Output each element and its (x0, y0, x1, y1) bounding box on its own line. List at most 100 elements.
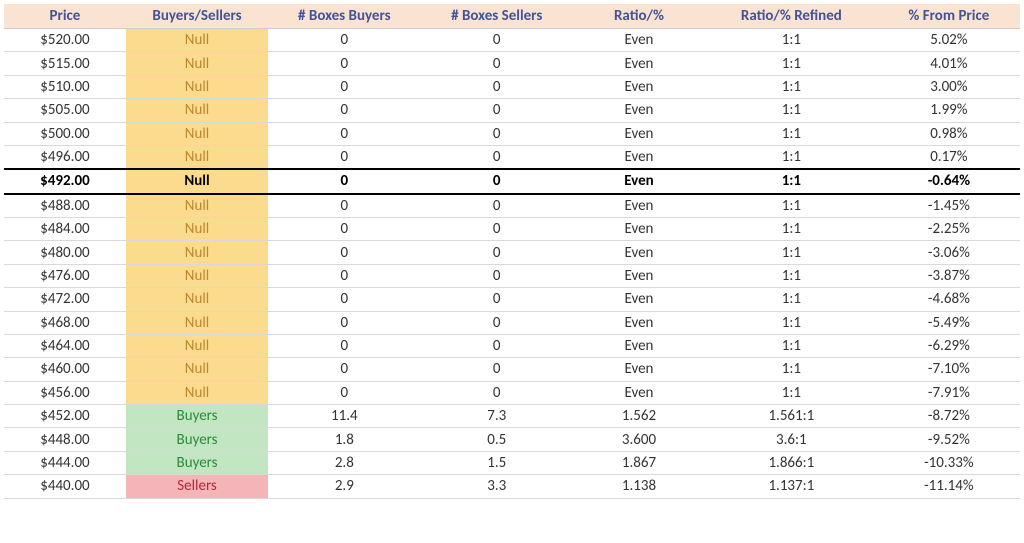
header-price: Price (4, 4, 126, 29)
cell-price: $456.00 (4, 381, 126, 404)
cell-ratio: Even (573, 145, 705, 169)
cell-price: $464.00 (4, 334, 126, 357)
cell-ratio: Even (573, 381, 705, 404)
cell-boxes-buyers: 0 (268, 264, 420, 287)
cell-boxes-sellers: 1.5 (421, 451, 573, 474)
cell-ratio-refined: 1.137:1 (705, 475, 878, 498)
cell-boxes-buyers: 0 (268, 194, 420, 218)
cell-boxes-buyers: 0 (268, 169, 420, 193)
cell-boxes-sellers: 0 (421, 381, 573, 404)
cell-boxes-sellers: 0 (421, 288, 573, 311)
cell-ratio: 3.600 (573, 428, 705, 451)
table-row: $444.00Buyers2.81.51.8671.866:1-10.33% (4, 451, 1020, 474)
cell-ratio: Even (573, 264, 705, 287)
header-boxes-buyers: # Boxes Buyers (268, 4, 420, 29)
cell-price: $520.00 (4, 29, 126, 52)
cell-boxes-buyers: 0 (268, 358, 420, 381)
cell-ratio-refined: 1:1 (705, 99, 878, 122)
cell-buyers-sellers: Null (126, 194, 268, 218)
table-row: $492.00Null00Even1:1-0.64% (4, 169, 1020, 193)
cell-buyers-sellers: Buyers (126, 451, 268, 474)
cell-boxes-buyers: 0 (268, 29, 420, 52)
cell-ratio-refined: 1.561:1 (705, 405, 878, 428)
cell-ratio-refined: 1:1 (705, 122, 878, 145)
cell-ratio: Even (573, 218, 705, 241)
cell-price: $515.00 (4, 52, 126, 75)
cell-ratio-refined: 1:1 (705, 334, 878, 357)
cell-ratio-refined: 1:1 (705, 145, 878, 169)
cell-price: $452.00 (4, 405, 126, 428)
table-row: $476.00Null00Even1:1-3.87% (4, 264, 1020, 287)
cell-pct-from-price: -10.33% (878, 451, 1020, 474)
cell-boxes-sellers: 0 (421, 241, 573, 264)
cell-buyers-sellers: Null (126, 99, 268, 122)
cell-price: $468.00 (4, 311, 126, 334)
cell-pct-from-price: -1.45% (878, 194, 1020, 218)
cell-buyers-sellers: Null (126, 29, 268, 52)
cell-price: $500.00 (4, 122, 126, 145)
cell-pct-from-price: -5.49% (878, 311, 1020, 334)
cell-price: $476.00 (4, 264, 126, 287)
cell-buyers-sellers: Null (126, 334, 268, 357)
cell-pct-from-price: 0.17% (878, 145, 1020, 169)
cell-buyers-sellers: Null (126, 358, 268, 381)
cell-buyers-sellers: Null (126, 264, 268, 287)
cell-pct-from-price: 3.00% (878, 75, 1020, 98)
cell-boxes-buyers: 0 (268, 288, 420, 311)
cell-buyers-sellers: Null (126, 52, 268, 75)
cell-boxes-sellers: 0.5 (421, 428, 573, 451)
header-ratio-refined: Ratio/% Refined (705, 4, 878, 29)
cell-ratio-refined: 1:1 (705, 311, 878, 334)
cell-ratio: Even (573, 358, 705, 381)
cell-boxes-buyers: 0 (268, 75, 420, 98)
cell-ratio-refined: 1.866:1 (705, 451, 878, 474)
cell-buyers-sellers: Null (126, 311, 268, 334)
cell-buyers-sellers: Null (126, 218, 268, 241)
cell-boxes-buyers: 2.8 (268, 451, 420, 474)
cell-price: $444.00 (4, 451, 126, 474)
cell-pct-from-price: -3.06% (878, 241, 1020, 264)
cell-pct-from-price: 5.02% (878, 29, 1020, 52)
cell-boxes-sellers: 0 (421, 145, 573, 169)
table-row: $515.00Null00Even1:14.01% (4, 52, 1020, 75)
table-row: $520.00Null00Even1:15.02% (4, 29, 1020, 52)
cell-boxes-buyers: 0 (268, 99, 420, 122)
cell-ratio-refined: 1:1 (705, 241, 878, 264)
cell-price: $480.00 (4, 241, 126, 264)
cell-buyers-sellers: Buyers (126, 405, 268, 428)
cell-pct-from-price: -6.29% (878, 334, 1020, 357)
cell-price: $488.00 (4, 194, 126, 218)
header-buyers-sellers: Buyers/Sellers (126, 4, 268, 29)
cell-pct-from-price: -4.68% (878, 288, 1020, 311)
cell-ratio-refined: 1:1 (705, 288, 878, 311)
cell-ratio: 1.562 (573, 405, 705, 428)
cell-pct-from-price: 1.99% (878, 99, 1020, 122)
cell-pct-from-price: 0.98% (878, 122, 1020, 145)
cell-ratio: Even (573, 99, 705, 122)
cell-boxes-buyers: 0 (268, 381, 420, 404)
table-row: $448.00Buyers1.80.53.6003.6:1-9.52% (4, 428, 1020, 451)
header-row: Price Buyers/Sellers # Boxes Buyers # Bo… (4, 4, 1020, 29)
cell-price: $448.00 (4, 428, 126, 451)
table-row: $496.00Null00Even1:10.17% (4, 145, 1020, 169)
table-row: $488.00Null00Even1:1-1.45% (4, 194, 1020, 218)
cell-pct-from-price: -11.14% (878, 475, 1020, 498)
cell-ratio: 1.867 (573, 451, 705, 474)
cell-buyers-sellers: Null (126, 169, 268, 193)
cell-pct-from-price: -3.87% (878, 264, 1020, 287)
cell-boxes-sellers: 0 (421, 311, 573, 334)
cell-boxes-sellers: 0 (421, 218, 573, 241)
cell-price: $510.00 (4, 75, 126, 98)
cell-pct-from-price: -9.52% (878, 428, 1020, 451)
cell-ratio-refined: 1:1 (705, 169, 878, 193)
cell-boxes-sellers: 0 (421, 194, 573, 218)
cell-boxes-sellers: 0 (421, 169, 573, 193)
cell-buyers-sellers: Sellers (126, 475, 268, 498)
cell-boxes-sellers: 0 (421, 358, 573, 381)
cell-boxes-sellers: 0 (421, 75, 573, 98)
table-row: $452.00Buyers11.47.31.5621.561:1-8.72% (4, 405, 1020, 428)
cell-ratio-refined: 1:1 (705, 218, 878, 241)
cell-ratio-refined: 1:1 (705, 194, 878, 218)
cell-boxes-sellers: 7.3 (421, 405, 573, 428)
cell-boxes-buyers: 0 (268, 311, 420, 334)
